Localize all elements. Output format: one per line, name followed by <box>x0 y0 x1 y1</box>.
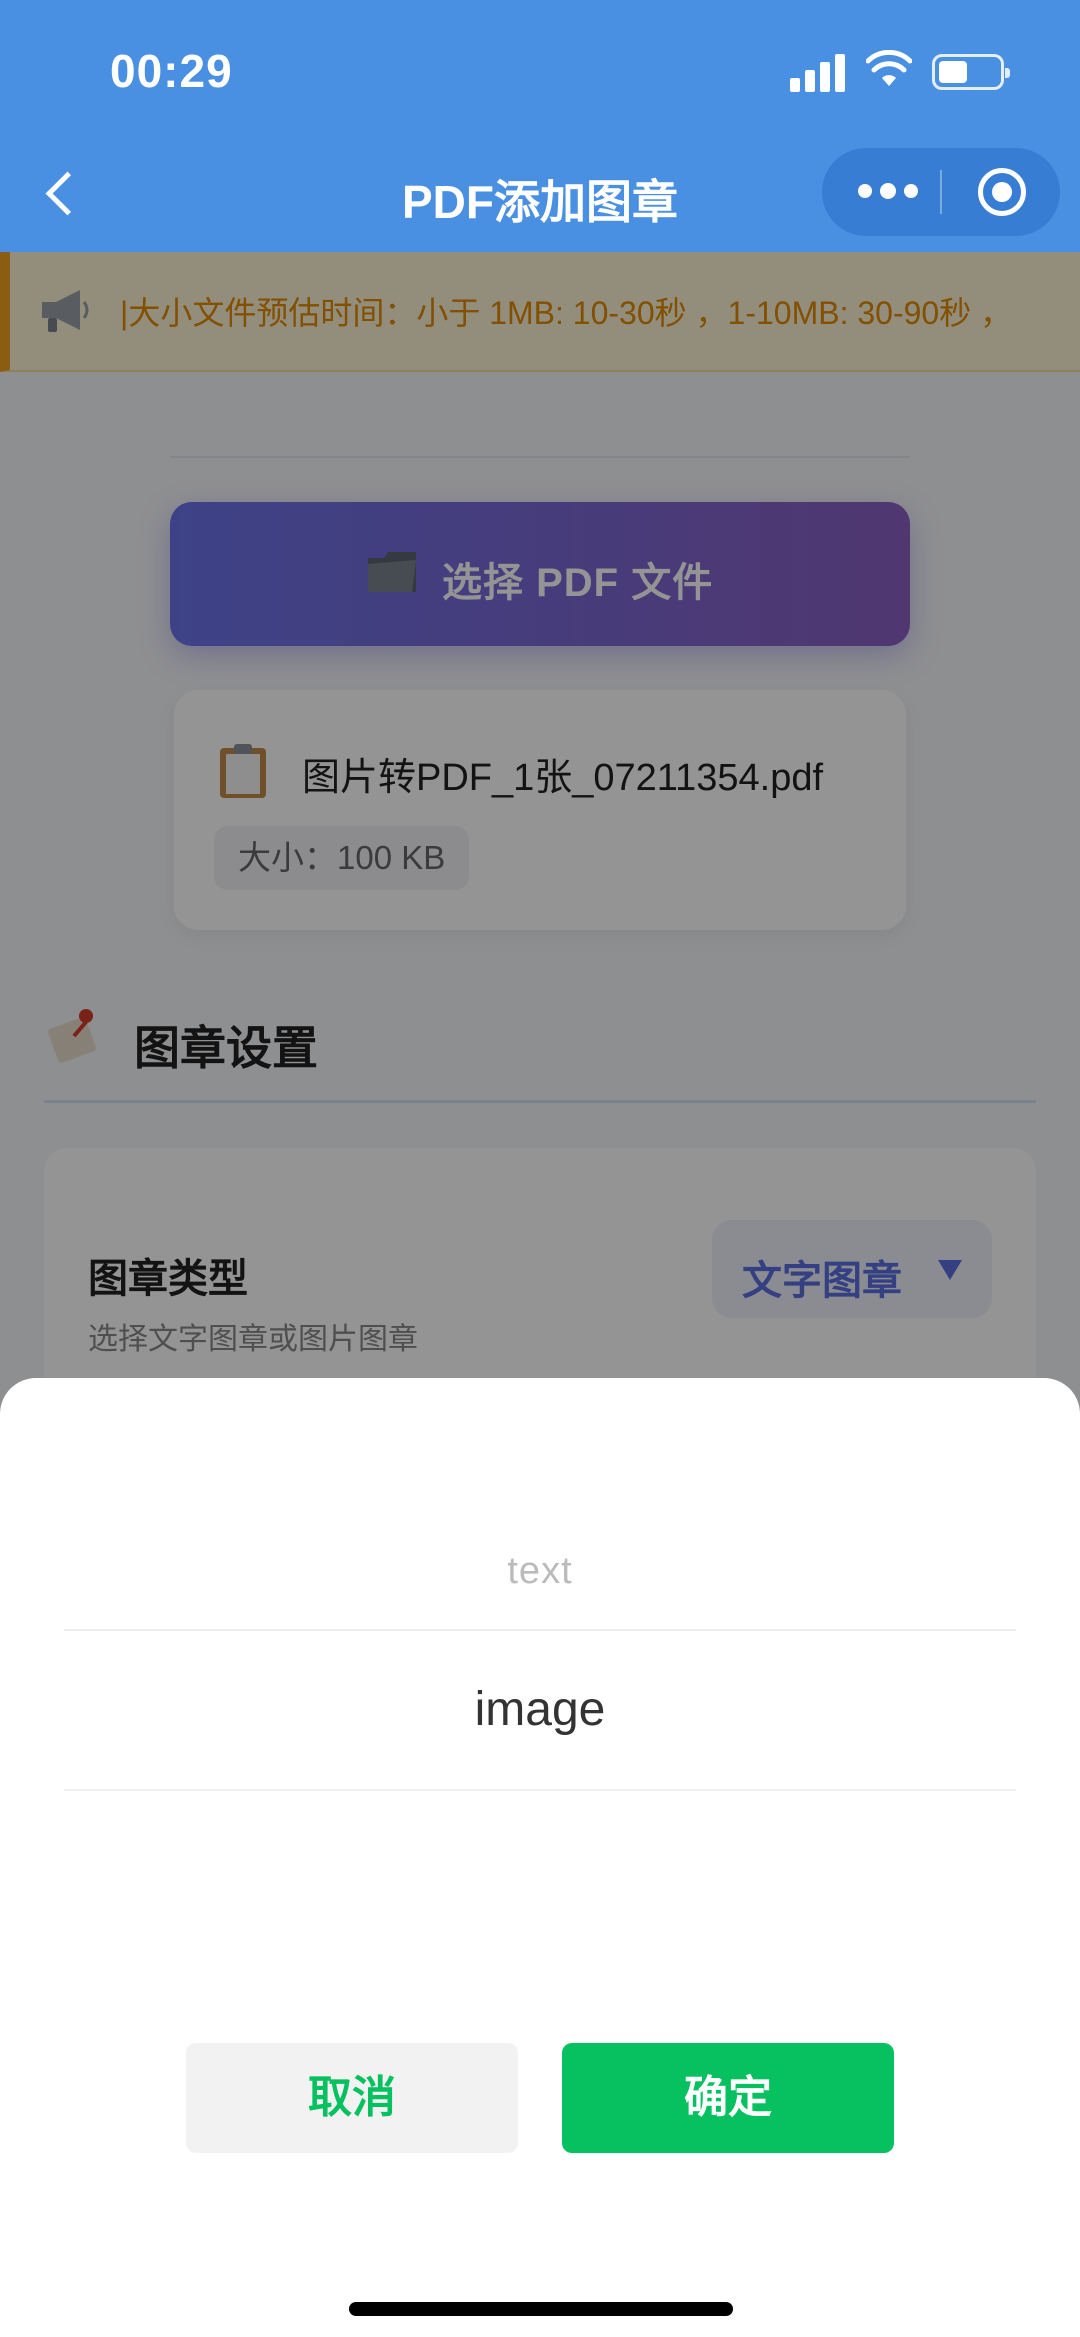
capsule-divider <box>940 170 942 214</box>
status-time: 00:29 <box>110 45 233 97</box>
status-bar: 00:29 <box>0 0 1080 140</box>
home-indicator <box>349 2302 733 2316</box>
confirm-button[interactable]: 确定 <box>562 2043 894 2153</box>
cellular-signal-icon <box>790 52 846 92</box>
picker-option-image[interactable]: image <box>64 1682 1016 1752</box>
wifi-icon <box>866 50 912 86</box>
picker-selection-line-top <box>64 1629 1016 1631</box>
menu-capsule <box>822 148 1060 236</box>
more-icon[interactable] <box>858 183 918 200</box>
capsule-close-icon[interactable] <box>978 168 1026 216</box>
picker-selection-line-bottom <box>64 1789 1016 1791</box>
battery-icon <box>932 54 1010 90</box>
nav-bar: PDF添加图章 <box>0 140 1080 252</box>
picker-sheet: text image 取消 确定 <box>0 1378 1080 2337</box>
cancel-button[interactable]: 取消 <box>186 2043 518 2153</box>
picker-option-text[interactable]: text <box>64 1550 1016 1610</box>
